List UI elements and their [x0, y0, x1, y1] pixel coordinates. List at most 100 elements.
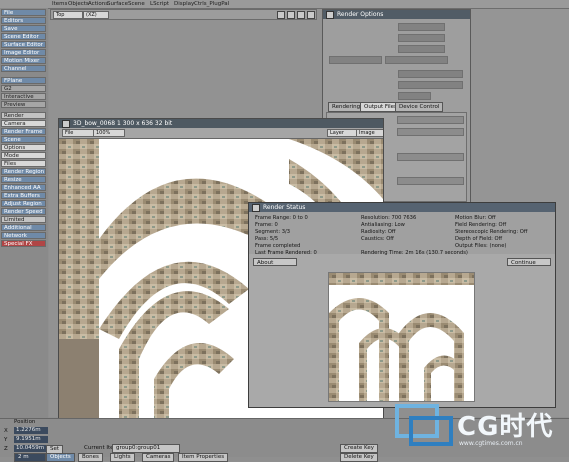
render-status-titlebar[interactable]: Render Status [249, 203, 555, 212]
sidebar-item-9[interactable]: G2 [1, 85, 46, 92]
create-key-button[interactable]: Create Key [340, 444, 378, 453]
current-item-select[interactable]: group0:group01 [112, 444, 180, 453]
first-frame-field[interactable] [398, 23, 445, 31]
tab-scene[interactable]: Scene [128, 0, 145, 8]
projection-select[interactable]: (XZ) [83, 11, 109, 19]
save-rgb-field[interactable] [397, 128, 464, 136]
z-position-field[interactable]: 10.0459m [14, 445, 48, 452]
about-button[interactable]: About [253, 258, 297, 266]
sidebar-item-27[interactable]: Network [1, 232, 46, 239]
tab-display[interactable]: Display [174, 0, 194, 8]
sidebar-item-2[interactable]: Save [1, 25, 46, 32]
item-properties-button[interactable]: Item Properties [178, 453, 229, 462]
sidebar-item-0[interactable]: File [1, 9, 46, 16]
sidebar-item-4[interactable]: Surface Editor [1, 41, 46, 48]
x-label: X [4, 428, 8, 434]
sidebar-item-12[interactable]: Render [1, 112, 46, 119]
image-menu[interactable]: Image [356, 129, 383, 137]
viewport-move-icon[interactable] [277, 11, 285, 19]
render-display-select[interactable] [398, 70, 463, 78]
close-icon[interactable] [326, 11, 334, 19]
sidebar-item-10[interactable]: Interactive [1, 93, 46, 100]
stereo-rendering-text: Stereoscopic Rendering: Off [455, 229, 528, 235]
render-status-window: Render Status Frame Range: 0 to 0 Frame:… [248, 202, 556, 408]
tab-actions[interactable]: Actions [88, 0, 108, 8]
sidebar-item-16[interactable]: Options [1, 144, 46, 151]
objects-tab[interactable]: Objects [46, 453, 75, 462]
sidebar-item-6[interactable]: Motion Mixer [1, 57, 46, 64]
sidebar-item-7[interactable]: Channel [1, 65, 46, 72]
z-label: Z [4, 446, 8, 452]
sidebar-item-19[interactable]: Render Region [1, 168, 46, 175]
output-filename-field[interactable] [397, 177, 464, 185]
frame-end-beep-field[interactable] [385, 56, 448, 64]
tab-rendering[interactable]: Rendering [328, 102, 365, 112]
close-icon[interactable] [62, 120, 70, 128]
zoom-select[interactable]: 100% [93, 129, 125, 137]
sidebar-item-3[interactable]: Scene Editor [1, 33, 46, 40]
sidebar-item-11[interactable]: Preview [1, 101, 46, 108]
render-status-title: Render Status [263, 204, 306, 211]
x-position-field[interactable]: 1.2276m [14, 427, 48, 434]
grid-size-field[interactable]: 2 m [14, 453, 46, 462]
viewport-zoom-icon[interactable] [287, 11, 295, 19]
sidebar-item-14[interactable]: Render Frame [1, 128, 46, 135]
depth-of-field-text: Depth of Field: Off [455, 236, 503, 242]
sidebar-item-23[interactable]: Adjust Region [1, 200, 46, 207]
motion-blur-text: Motion Blur: Off [455, 215, 496, 221]
save-alpha-field[interactable] [397, 153, 464, 161]
cameras-tab[interactable]: Cameras [142, 453, 175, 462]
tab-ctrls-plugpal[interactable]: Ctrls_PlugPal [194, 0, 229, 8]
close-icon[interactable] [252, 204, 260, 212]
frame-step-field[interactable] [398, 45, 445, 53]
view-mode-select[interactable]: Top [53, 11, 83, 19]
layer-menu[interactable]: Layer [327, 129, 357, 137]
sidebar-item-21[interactable]: Enhanced AA [1, 184, 46, 191]
render-options-titlebar[interactable]: Render Options [323, 10, 470, 19]
last-frame-text: Last Frame Rendered: 0 [255, 250, 317, 256]
tab-lscript[interactable]: LScript [150, 0, 169, 8]
caustics-text: Caustics: Off [361, 236, 394, 242]
auto-frame-advance-field[interactable] [329, 56, 382, 64]
tab-items[interactable]: Items [52, 0, 67, 8]
output-files-text: Output Files: (none) [455, 243, 507, 249]
delete-key-button[interactable]: Delete Key [340, 453, 378, 462]
sidebar-item-24[interactable]: Render Speed [1, 208, 46, 215]
sidebar-item-5[interactable]: Image Editor [1, 49, 46, 56]
file-menu[interactable]: File [62, 129, 94, 137]
sidebar-item-1[interactable]: Editors [1, 17, 46, 24]
sidebar-item-17[interactable]: Mode [1, 152, 46, 159]
field-rendering-text: Field Rendering: Off [455, 222, 507, 228]
sidebar-item-25[interactable]: Limited [1, 216, 46, 223]
sidebar-item-22[interactable]: Extra Buffers [1, 192, 46, 199]
sidebar-item-20[interactable]: Resize [1, 176, 46, 183]
sidebar-item-26[interactable]: Additional [1, 224, 46, 231]
tab-objects[interactable]: Objects [68, 0, 89, 8]
lights-tab[interactable]: Lights [110, 453, 135, 462]
viewport-header: Top (XZ) [50, 9, 317, 20]
frame-completed-text: Frame completed [255, 243, 301, 249]
image-viewer-toolbar: File 100% Layer Image [59, 128, 383, 139]
render-preview [328, 272, 475, 402]
render-mode-select[interactable] [398, 81, 463, 89]
save-animation-field[interactable] [397, 116, 464, 124]
image-viewer-titlebar[interactable]: 3D_bow_0068 1 300 x 636 32 bit [59, 119, 383, 128]
viewport-maximize-icon[interactable] [307, 11, 315, 19]
render-status-info: Frame Range: 0 to 0 Frame: 0 Segment: 3/… [249, 212, 555, 256]
tab-device-control[interactable]: Device Control [395, 102, 444, 112]
brand-url: www.cgtimes.com.cn [459, 440, 523, 447]
segment-text: Segment: 3/3 [255, 229, 291, 235]
last-frame-field[interactable] [398, 34, 445, 42]
sidebar-item-8[interactable]: FPlane [1, 77, 46, 84]
continue-button[interactable]: Continue [507, 258, 551, 266]
sidebar-item-18[interactable]: Files [1, 160, 46, 167]
viewport-rotate-icon[interactable] [297, 11, 305, 19]
sidebar-item-13[interactable]: Camera [1, 120, 46, 127]
sidebar-item-15[interactable]: Scene [1, 136, 46, 143]
tab-surface[interactable]: Surface [107, 0, 128, 8]
cg-logo-icon [395, 404, 453, 446]
render-option-field[interactable] [398, 92, 431, 100]
sidebar-item-28[interactable]: Special FX [1, 240, 46, 247]
bones-tab[interactable]: Bones [78, 453, 103, 462]
y-position-field[interactable]: 9.1951m [14, 436, 48, 443]
